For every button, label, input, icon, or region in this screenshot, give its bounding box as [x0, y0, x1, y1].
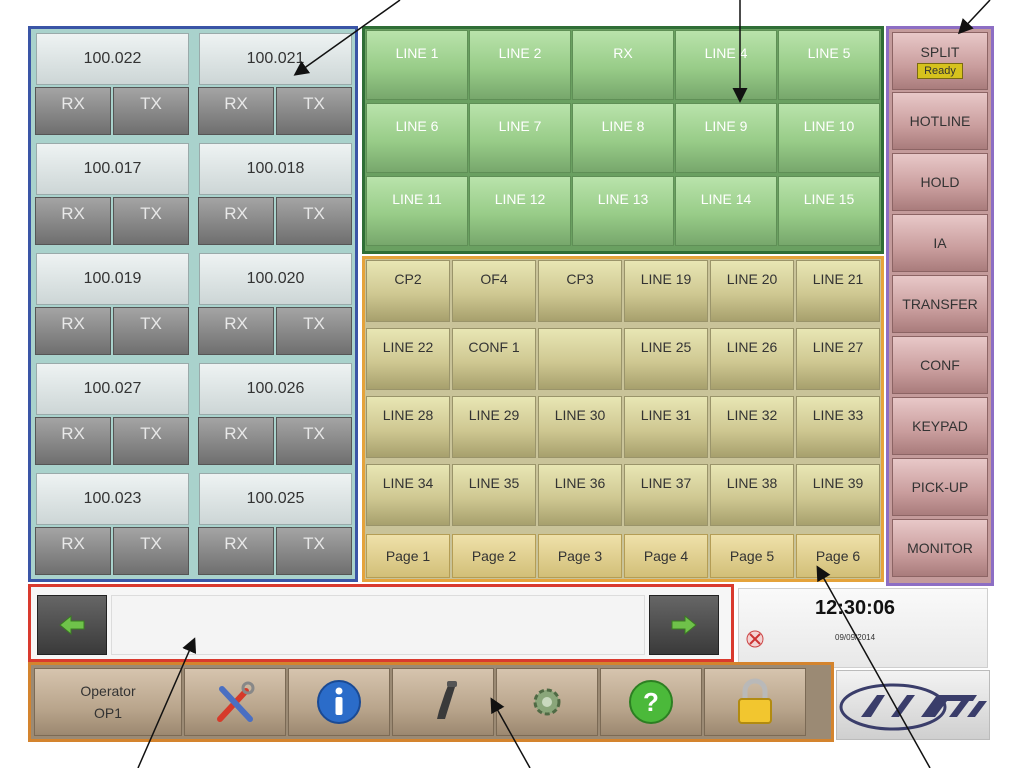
callout-arrows	[137, 0, 991, 768]
